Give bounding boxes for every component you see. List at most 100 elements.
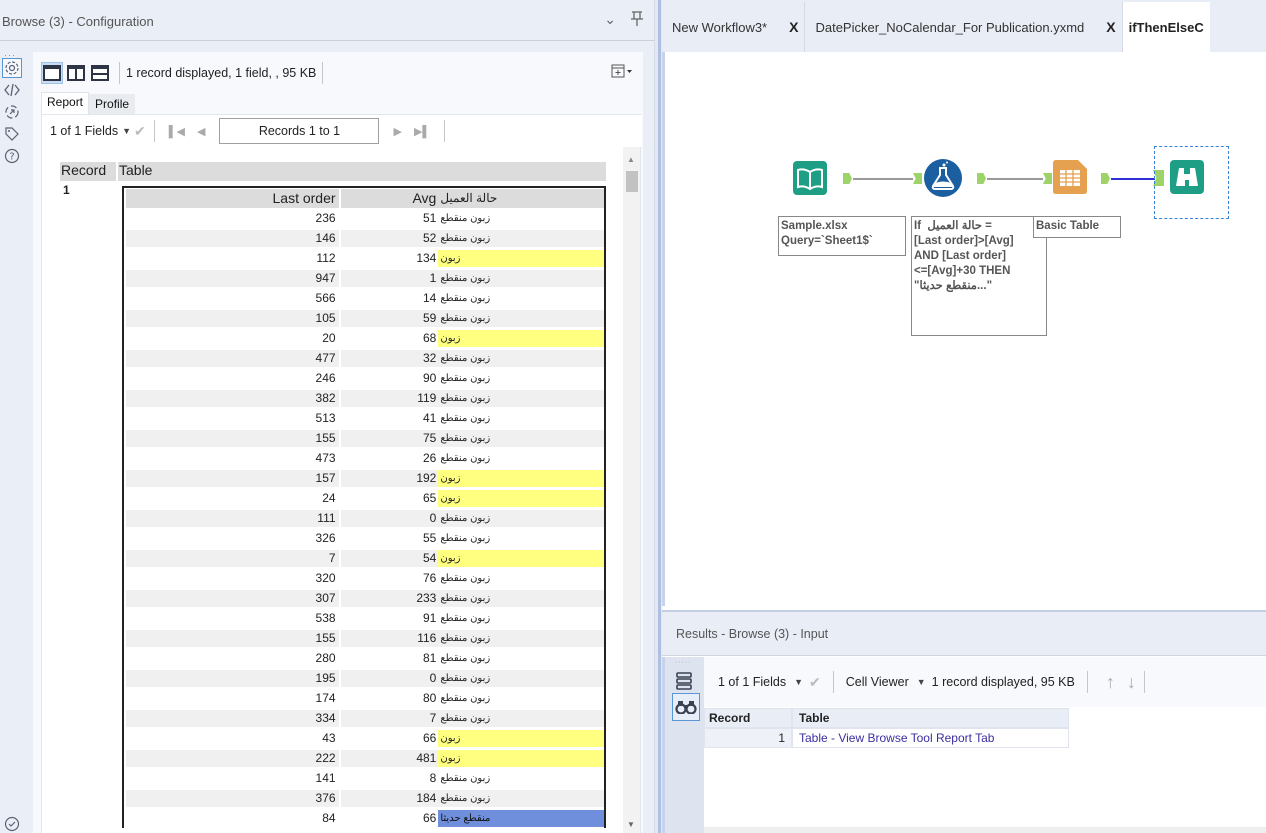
table-row[interactable]: 84 66 منقطع حديثا bbox=[124, 808, 604, 828]
vertical-scrollbar[interactable]: ▲ ▼ bbox=[623, 147, 640, 833]
tab-report[interactable]: Report bbox=[41, 92, 90, 114]
binoculars-icon[interactable] bbox=[672, 693, 700, 721]
last-order-cell: 382 bbox=[126, 389, 339, 407]
connection-line[interactable] bbox=[853, 178, 913, 180]
connection-line-selected[interactable] bbox=[1111, 178, 1155, 180]
arrow-up-icon[interactable]: ↑ bbox=[1106, 672, 1115, 693]
doc-tab-label: ifThenElseC bbox=[1128, 19, 1204, 35]
output-anchor[interactable] bbox=[977, 173, 986, 184]
table-row[interactable]: 513 41 زبون منقطع bbox=[124, 408, 604, 428]
fields-dropdown[interactable]: 1 of 1 Fields bbox=[50, 124, 118, 138]
connection-line[interactable] bbox=[987, 178, 1043, 180]
table-row[interactable]: 112 134 زبون bbox=[124, 248, 604, 268]
table-row[interactable]: 326 55 زبون منقطع bbox=[124, 528, 604, 548]
table-row[interactable]: 105 59 زبون منقطع bbox=[124, 308, 604, 328]
caret-down-icon[interactable]: ▼ bbox=[794, 677, 803, 687]
configuration-panel: Browse (3) - Configuration ⌄ ··· ? 1 rec… bbox=[0, 0, 654, 833]
table-row[interactable]: 334 7 زبون منقطع bbox=[124, 708, 604, 728]
doc-tab-datepicker[interactable]: DatePicker_NoCalendar_For Publication.yx… bbox=[805, 2, 1123, 52]
caret-down-icon[interactable]: ▼ bbox=[122, 126, 131, 136]
chevron-down-icon[interactable]: ⌄ bbox=[604, 11, 616, 30]
table-row[interactable]: 538 91 زبون منقطع bbox=[124, 608, 604, 628]
table-row[interactable]: 43 66 زبون bbox=[124, 728, 604, 748]
pin-icon[interactable] bbox=[630, 11, 644, 30]
first-record-icon[interactable]: ▌◀ bbox=[169, 125, 185, 138]
input-data-tool[interactable] bbox=[793, 161, 827, 195]
table-row[interactable]: 141 8 زبون منقطع bbox=[124, 768, 604, 788]
table-row[interactable]: 111 0 زبون منقطع bbox=[124, 508, 604, 528]
avg-cell: 134 bbox=[416, 250, 437, 265]
table-row[interactable]: 320 76 زبون منقطع bbox=[124, 568, 604, 588]
table-row[interactable]: 280 81 زبون منقطع bbox=[124, 648, 604, 668]
avg-cell: 26 bbox=[422, 450, 437, 465]
output-anchor[interactable] bbox=[1101, 173, 1110, 184]
drag-handle-icon[interactable]: ····· bbox=[675, 659, 692, 666]
table-row[interactable]: 376 184 زبون منقطع bbox=[124, 788, 604, 808]
doc-tab-new-workflow3[interactable]: New Workflow3* X bbox=[662, 2, 806, 52]
scroll-down-icon[interactable]: ▼ bbox=[627, 820, 635, 829]
scroll-up-icon[interactable]: ▲ bbox=[627, 155, 635, 164]
basic-table-tool[interactable] bbox=[1053, 160, 1087, 194]
table-row[interactable]: 155 116 زبون منقطع bbox=[124, 628, 604, 648]
table-row[interactable]: 473 26 زبون منقطع bbox=[124, 448, 604, 468]
table-row[interactable]: 157 192 زبون bbox=[124, 468, 604, 488]
last-record-icon[interactable]: ▶▌ bbox=[414, 125, 430, 138]
split-horizontal-view-button[interactable] bbox=[89, 62, 111, 84]
checkmark-icon[interactable]: ✔ bbox=[809, 674, 821, 691]
table-row[interactable]: 7 54 زبون bbox=[124, 548, 604, 568]
table-row[interactable]: 155 75 زبون منقطع bbox=[124, 428, 604, 448]
code-icon[interactable] bbox=[2, 80, 22, 100]
output-anchor[interactable] bbox=[843, 173, 852, 184]
cell-viewer-dropdown[interactable]: Cell Viewer bbox=[846, 675, 909, 689]
horizontal-scrollbar[interactable] bbox=[704, 827, 1266, 833]
customer-status-cell: زبون منقطع bbox=[438, 629, 604, 647]
gear-icon[interactable] bbox=[2, 58, 22, 78]
caret-down-icon[interactable]: ▼ bbox=[917, 677, 926, 687]
table-row[interactable]: 24 65 زبون bbox=[124, 488, 604, 508]
table-row[interactable]: 146 52 زبون منقطع bbox=[124, 228, 604, 248]
single-pane-view-button[interactable] bbox=[41, 62, 63, 84]
workflow-canvas[interactable]: Sample.xlsx Query=`Sheet1$` If حالة العم… bbox=[662, 52, 1266, 606]
tag-icon[interactable] bbox=[2, 124, 22, 144]
add-menu-icon[interactable] bbox=[611, 64, 633, 81]
table-row[interactable]: 174 80 زبون منقطع bbox=[124, 688, 604, 708]
table-row[interactable]: 222 481 زبون bbox=[124, 748, 604, 768]
close-icon[interactable]: X bbox=[789, 19, 798, 35]
previous-record-icon[interactable]: ◀ bbox=[197, 125, 205, 138]
table-row[interactable]: 20 68 زبون bbox=[124, 328, 604, 348]
input-anchor[interactable] bbox=[1043, 173, 1052, 184]
results-panel-title: Results - Browse (3) - Input bbox=[662, 610, 1266, 656]
next-record-icon[interactable]: ▶ bbox=[393, 125, 401, 138]
table-row[interactable]: 307 233 زبون منقطع bbox=[124, 588, 604, 608]
table-row[interactable]: 195 0 زبون منقطع bbox=[124, 668, 604, 688]
results-column-table[interactable]: Table bbox=[792, 708, 1069, 728]
doc-tab-ifthenelse[interactable]: ifThenElseC bbox=[1122, 2, 1210, 52]
table-row[interactable]: 382 119 زبون منقطع bbox=[124, 388, 604, 408]
checkmark-icon[interactable]: ✔ bbox=[134, 123, 146, 140]
records-range-field[interactable]: Records 1 to 1 bbox=[219, 118, 380, 144]
close-icon[interactable]: X bbox=[1106, 19, 1115, 35]
arrow-down-icon[interactable]: ↓ bbox=[1127, 672, 1136, 693]
results-table-cell[interactable]: Table - View Browse Tool Report Tab bbox=[792, 728, 1069, 748]
results-fields-dropdown[interactable]: 1 of 1 Fields bbox=[718, 675, 786, 689]
panel-splitter[interactable] bbox=[654, 0, 662, 833]
formula-annotation: If حالة العميل = [Last order]>[Avg] AND … bbox=[911, 216, 1047, 336]
input-anchor[interactable] bbox=[913, 173, 922, 184]
check-circle-icon[interactable] bbox=[2, 814, 22, 833]
table-row[interactable]: 246 90 زبون منقطع bbox=[124, 368, 604, 388]
target-icon[interactable] bbox=[2, 102, 22, 122]
table-row[interactable]: 477 32 زبون منقطع bbox=[124, 348, 604, 368]
browse-tool[interactable] bbox=[1170, 160, 1204, 194]
list-view-icon[interactable] bbox=[675, 671, 693, 694]
table-row[interactable]: 566 14 زبون منقطع bbox=[124, 288, 604, 308]
formula-tool[interactable] bbox=[924, 159, 962, 197]
last-order-cell: 195 bbox=[126, 669, 339, 687]
table-row[interactable]: 947 1 زبون منقطع bbox=[124, 268, 604, 288]
results-column-record[interactable]: Record bbox=[704, 708, 792, 728]
scrollbar-thumb[interactable] bbox=[626, 171, 638, 192]
results-table-row[interactable]: 1 Table - View Browse Tool Report Tab bbox=[704, 728, 1069, 748]
table-row[interactable]: 236 51 زبون منقطع bbox=[124, 208, 604, 228]
tab-profile[interactable]: Profile bbox=[89, 94, 136, 114]
split-vertical-view-button[interactable] bbox=[65, 62, 87, 84]
help-icon[interactable]: ? bbox=[2, 146, 22, 166]
